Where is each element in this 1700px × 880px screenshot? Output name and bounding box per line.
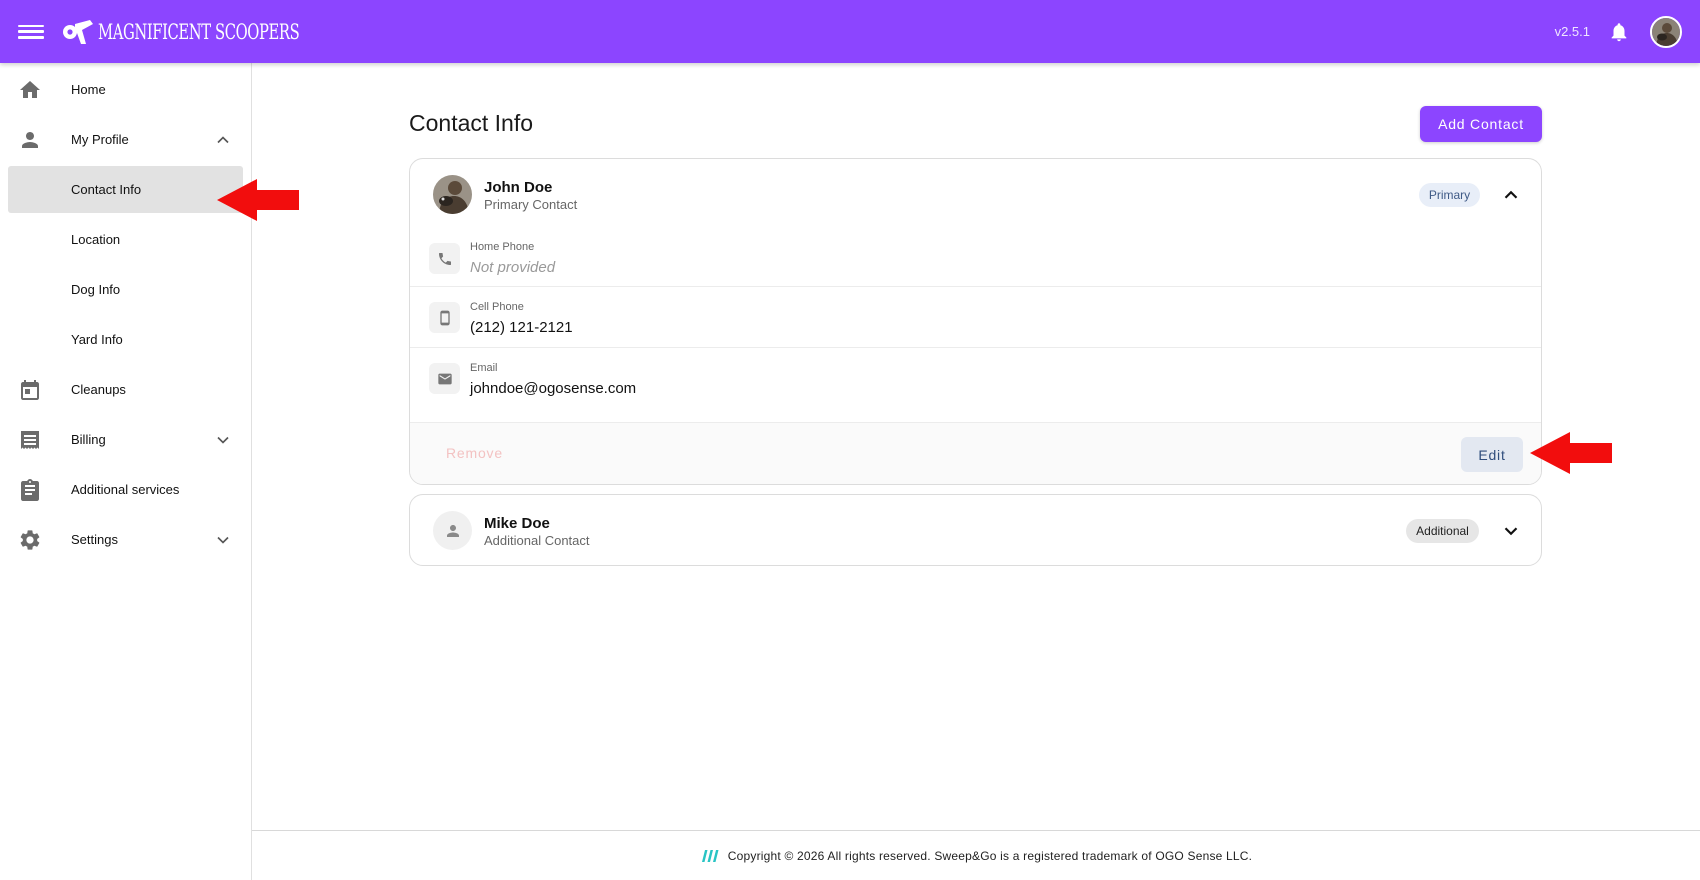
contact-card-header[interactable]: John Doe Primary Contact Primary bbox=[410, 159, 1541, 231]
sidebar-item-location[interactable]: Location bbox=[8, 216, 243, 263]
scooper-logo-icon bbox=[63, 19, 93, 44]
sidebar-item-label: Additional services bbox=[71, 482, 180, 497]
top-app-bar: MAGNIFICENT SCOOPERS v2.5.1 bbox=[0, 0, 1700, 63]
main-content: Contact Info Add Contact John Doe Primar… bbox=[252, 63, 1700, 830]
sidebar-item-label: Contact Info bbox=[71, 182, 142, 197]
calendar-icon bbox=[21, 379, 39, 400]
bell-icon[interactable] bbox=[1608, 21, 1630, 43]
phone-icon bbox=[429, 243, 460, 274]
contact-name: John Doe bbox=[484, 179, 553, 196]
sidebar-item-billing[interactable]: Billing bbox=[8, 416, 243, 463]
avatar-photo-icon bbox=[1652, 17, 1680, 46]
field-cell-phone: Cell Phone (212) 121-2121 bbox=[410, 287, 1541, 348]
contact-role: Primary Contact bbox=[484, 197, 578, 212]
sidebar-item-additional-services[interactable]: Additional services bbox=[8, 466, 243, 513]
remove-contact-button[interactable]: Remove bbox=[446, 445, 503, 461]
contact-role: Additional Contact bbox=[484, 533, 590, 548]
chevron-down-icon[interactable] bbox=[1500, 520, 1522, 542]
contact-avatar bbox=[433, 175, 472, 214]
sidebar-item-cleanups[interactable]: Cleanups bbox=[8, 366, 243, 413]
sidebar-nav: Home My Profile Contact Info Location Do… bbox=[0, 63, 252, 880]
hamburger-menu-icon[interactable] bbox=[18, 22, 44, 42]
contact-card-header[interactable]: Mike Doe Additional Contact Additional bbox=[410, 495, 1541, 565]
brand-logo[interactable]: MAGNIFICENT SCOOPERS bbox=[60, 18, 356, 46]
brand-name: MAGNIFICENT SCOOPERS bbox=[98, 19, 300, 44]
sidebar-item-label: Location bbox=[71, 232, 121, 247]
annotation-arrow-left-icon bbox=[1530, 432, 1612, 474]
sidebar-item-label: Billing bbox=[71, 432, 106, 447]
sweep-and-go-logo-icon bbox=[701, 849, 719, 862]
avatar-photo-icon bbox=[433, 175, 472, 214]
field-label: Email bbox=[470, 362, 498, 374]
person-icon bbox=[446, 524, 459, 537]
gear-icon bbox=[20, 529, 40, 550]
page-title: Contact Info bbox=[409, 110, 534, 136]
chevron-up-icon[interactable] bbox=[1500, 184, 1522, 206]
sidebar-item-home[interactable]: Home bbox=[8, 66, 243, 113]
field-home-phone: Home Phone Not provided bbox=[410, 231, 1541, 287]
sidebar-item-dog-info[interactable]: Dog Info bbox=[8, 266, 243, 313]
user-avatar[interactable] bbox=[1650, 15, 1682, 48]
status-badge: Additional bbox=[1406, 519, 1479, 543]
clipboard-icon bbox=[21, 478, 39, 501]
edit-contact-button[interactable]: Edit bbox=[1461, 437, 1523, 472]
sidebar-item-my-profile[interactable]: My Profile bbox=[8, 116, 243, 163]
field-value: johndoe@ogosense.com bbox=[470, 380, 637, 397]
field-email: Email johndoe@ogosense.com bbox=[410, 348, 1541, 409]
contact-card-actions: Remove Edit bbox=[410, 422, 1541, 484]
add-contact-button[interactable]: Add Contact bbox=[1420, 106, 1542, 142]
chevron-down-icon[interactable] bbox=[213, 530, 233, 550]
person-icon bbox=[22, 131, 38, 148]
status-badge: Primary bbox=[1419, 183, 1480, 207]
contact-name: Mike Doe bbox=[484, 515, 550, 532]
page-footer: Copyright © 2026 All rights reserved. Sw… bbox=[252, 830, 1700, 880]
sidebar-item-label: Cleanups bbox=[71, 382, 126, 397]
email-icon bbox=[429, 363, 460, 394]
smartphone-icon bbox=[429, 302, 460, 333]
sidebar-item-label: Yard Info bbox=[71, 332, 123, 347]
app-version: v2.5.1 bbox=[1554, 24, 1590, 39]
field-label: Cell Phone bbox=[470, 301, 524, 313]
sidebar-item-settings[interactable]: Settings bbox=[8, 516, 243, 563]
sidebar-item-label: Settings bbox=[71, 532, 118, 547]
contact-avatar-placeholder bbox=[433, 511, 472, 550]
contact-card-additional: Mike Doe Additional Contact Additional bbox=[409, 494, 1542, 566]
sidebar-item-contact-info[interactable]: Contact Info bbox=[8, 166, 243, 213]
sidebar-item-yard-info[interactable]: Yard Info bbox=[8, 316, 243, 363]
home-icon bbox=[20, 80, 40, 98]
sidebar-item-label: Dog Info bbox=[71, 282, 121, 297]
chevron-up-icon[interactable] bbox=[213, 130, 233, 150]
field-value: (212) 121-2121 bbox=[470, 319, 573, 336]
field-value: Not provided bbox=[470, 259, 556, 276]
sidebar-item-label: Home bbox=[71, 82, 106, 97]
contact-card-primary: John Doe Primary Contact Primary Home Ph… bbox=[409, 158, 1542, 485]
sidebar-item-label: My Profile bbox=[71, 132, 129, 147]
receipt-icon bbox=[21, 430, 39, 449]
field-label: Home Phone bbox=[470, 241, 535, 253]
chevron-down-icon[interactable] bbox=[213, 430, 233, 450]
copyright-text: Copyright © 2026 All rights reserved. Sw… bbox=[727, 848, 1253, 863]
